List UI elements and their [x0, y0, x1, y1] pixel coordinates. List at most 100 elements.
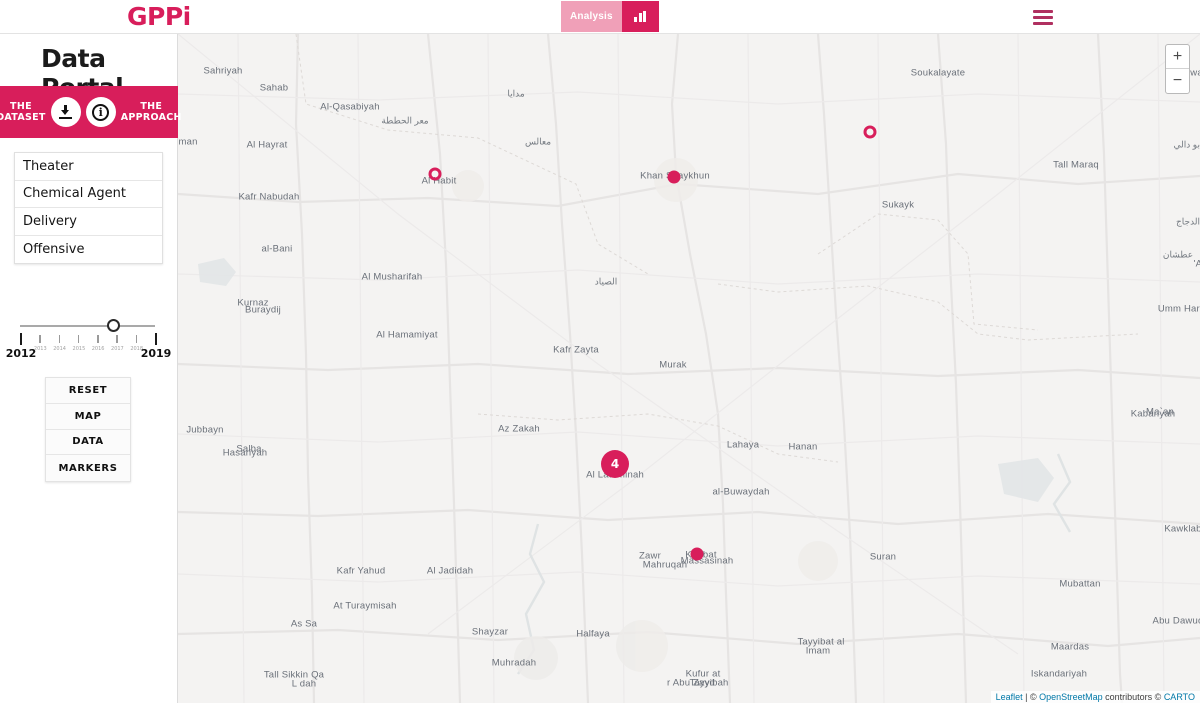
map-label: Iskandariyah: [1030, 668, 1088, 680]
map-label: r Abu Zayd: [667, 677, 715, 689]
map-label: Imam: [805, 645, 831, 657]
timeline-track[interactable]: [20, 325, 155, 327]
map-label: Salba: [236, 443, 262, 455]
map-ring-marker[interactable]: [428, 167, 442, 181]
map-label: Tall Maraq: [1053, 159, 1099, 171]
attrib-sep1: | ©: [1022, 692, 1040, 702]
zoom-out-button[interactable]: −: [1166, 69, 1189, 93]
map-zoom-controls: + −: [1165, 44, 1190, 94]
map-label: Lahaya: [726, 439, 760, 451]
download-icon: [59, 105, 73, 119]
gppi-logo[interactable]: GPPi: [127, 2, 191, 31]
timeline-tick-2012: [20, 333, 22, 345]
the-dataset-line1: THE: [10, 101, 32, 112]
zoom-in-button[interactable]: +: [1166, 45, 1189, 69]
download-button[interactable]: [50, 97, 81, 127]
map-label: Shayzar: [471, 626, 509, 638]
map-attribution: Leaflet | © OpenStreetMap contributors ©…: [990, 691, 1200, 703]
map-label: L dah: [291, 678, 317, 690]
bar-chart-icon: [634, 11, 647, 22]
map-label: Kawklab: [1164, 523, 1200, 535]
map-label: Murak: [659, 359, 687, 371]
map-label: Sukayk: [881, 199, 915, 211]
timeline-label-2017: 2017: [111, 346, 124, 352]
map-label: Kafr Nabudah: [238, 191, 300, 203]
map-point-marker[interactable]: [690, 547, 704, 561]
map-label: الصياد: [594, 276, 618, 287]
map-canvas[interactable]: Sahriyah Sahab Al-Qasabiyah مدايا معر الحططة…: [178, 34, 1200, 703]
map-label: Umm Haratayn: [1157, 303, 1200, 315]
map-label: مدايا: [507, 88, 525, 99]
map-label: Sahab: [259, 82, 289, 94]
markers-button[interactable]: MARKERS: [46, 455, 130, 482]
filter-item-delivery[interactable]: Delivery: [15, 208, 162, 236]
reset-button[interactable]: RESET: [46, 378, 130, 404]
map-label: Hanan: [788, 441, 818, 453]
hamburger-bar: [1033, 21, 1053, 25]
left-sidebar: Data Portal THE DATASET i THE APPROACH T…: [0, 34, 182, 703]
timeline-tick-2016: [97, 335, 99, 343]
openstreetmap-link[interactable]: OpenStreetMap: [1039, 692, 1103, 702]
hamburger-menu-icon[interactable]: [1033, 7, 1053, 27]
timeline-label-2012: 2012: [5, 347, 37, 360]
carto-link[interactable]: CARTO: [1164, 692, 1195, 702]
timeline-tick-2013: [39, 335, 41, 343]
map-label: الدجاج: [1175, 216, 1200, 227]
map-label: Halfaya: [576, 628, 610, 640]
map-label: Suran: [869, 551, 897, 563]
analysis-label[interactable]: Analysis: [561, 1, 622, 32]
map-button[interactable]: MAP: [46, 403, 130, 430]
map-label: Al Jadidah: [426, 565, 474, 577]
map-label: As Sa: [290, 618, 318, 630]
timeline-label-2015: 2015: [72, 346, 86, 352]
top-bar: GPPi Analysis: [0, 0, 1200, 34]
map-label: Soukalayate: [910, 67, 966, 79]
map-label: At Turaymisah: [333, 600, 397, 612]
action-button-group: RESET MAP DATA MARKERS: [45, 377, 131, 483]
timeline-label-2013: 2013: [33, 346, 47, 352]
map-label: Al Hamamiyat: [376, 329, 438, 341]
map-cluster-marker[interactable]: 4: [601, 450, 629, 478]
timeline-tick-2017: [116, 335, 118, 343]
map-label: Sahriyah: [203, 65, 243, 77]
timeline-tick-2018: [135, 335, 138, 343]
the-approach-line2: APPROACH: [120, 112, 182, 123]
map-label: al-Bani: [261, 243, 293, 255]
map-label: Mubattan: [1059, 578, 1101, 590]
map-basemap-vectors: [178, 34, 1200, 703]
analysis-chart-button[interactable]: [621, 1, 659, 32]
map-point-marker[interactable]: [667, 170, 681, 184]
attrib-mid: contributors ©: [1102, 692, 1164, 702]
filter-menu: Theater Chemical Agent Delivery Offensiv…: [14, 152, 163, 264]
filter-item-chemical-agent[interactable]: Chemical Agent: [15, 181, 162, 208]
map-label: Jubbayn: [186, 424, 224, 436]
filter-item-offensive[interactable]: Offensive: [15, 236, 162, 264]
info-circle-icon: i: [92, 103, 110, 121]
the-dataset-label[interactable]: THE DATASET: [0, 101, 46, 123]
hamburger-bar: [1033, 15, 1053, 19]
the-approach-label[interactable]: THE APPROACH: [121, 101, 182, 123]
timeline-handle[interactable]: [107, 319, 120, 332]
dataset-approach-bar: THE DATASET i THE APPROACH: [0, 86, 182, 138]
map-label: أبو دالي: [1173, 139, 1200, 150]
map-label: 'Atshan: [1193, 258, 1200, 270]
map-label: معالس: [524, 136, 552, 147]
timeline-tick-2014: [58, 335, 61, 343]
the-dataset-line2: DATASET: [0, 112, 46, 123]
filter-item-theater[interactable]: Theater: [15, 153, 162, 181]
info-button[interactable]: i: [85, 97, 116, 127]
map-label: Massasinah: [680, 555, 734, 567]
leaflet-link[interactable]: Leaflet: [996, 692, 1023, 702]
map-label: Kafr Yahud: [336, 565, 386, 577]
hamburger-bar: [1033, 9, 1053, 13]
timeline-tick-2015: [77, 335, 80, 343]
map-ring-marker[interactable]: [863, 125, 877, 139]
map-label: Az Zakah: [498, 423, 540, 435]
data-button[interactable]: DATA: [46, 429, 130, 456]
analysis-toggle-group: Analysis: [561, 1, 659, 32]
timeline-slider[interactable]: 2012 2013 2014 2015 2016 2017 2018 2019: [0, 317, 178, 365]
map-label: Muhradah: [491, 657, 537, 669]
data-portal-app: GPPi Analysis Data Portal THE DATASET: [0, 0, 1200, 703]
map-label: Kabariyah: [1130, 408, 1176, 420]
timeline-tick-2019: [155, 333, 157, 345]
